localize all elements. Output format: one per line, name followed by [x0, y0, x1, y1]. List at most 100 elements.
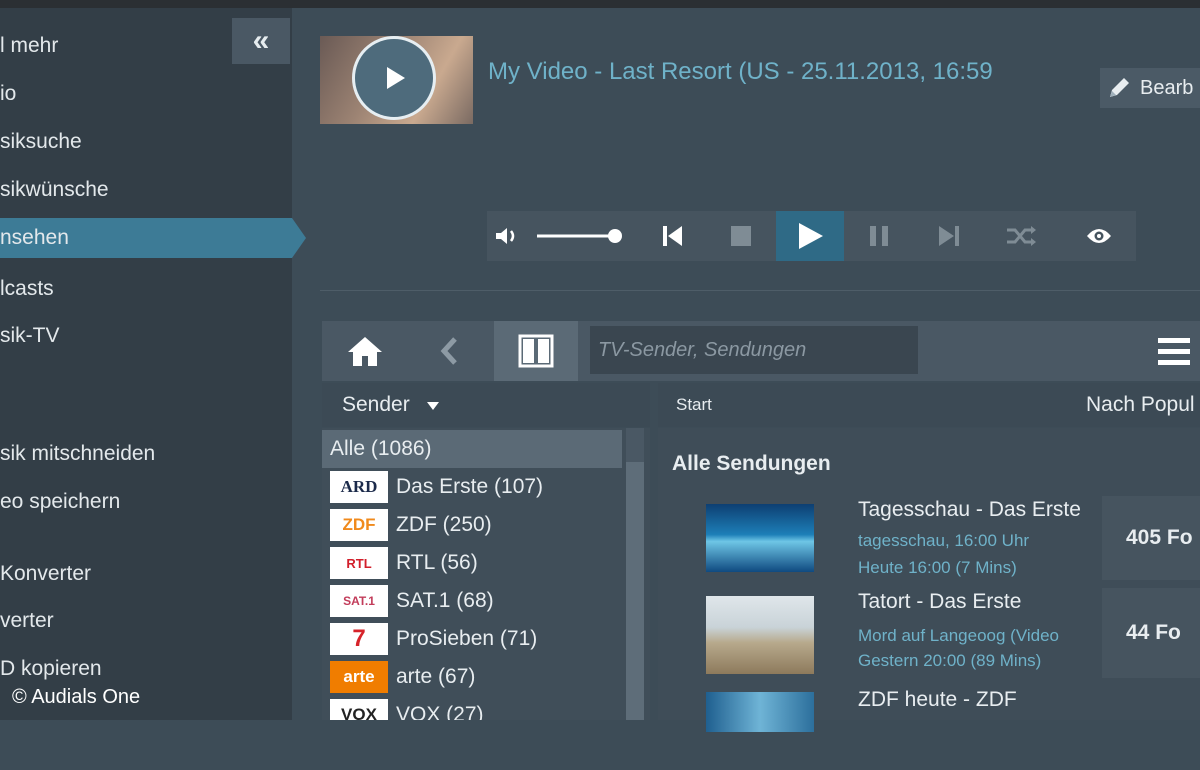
shuffle-icon: [1007, 226, 1036, 246]
channel-row-zdf[interactable]: ZDF ZDF (250): [322, 506, 622, 544]
video-thumbnail[interactable]: [320, 36, 473, 124]
volume-button[interactable]: [487, 211, 527, 261]
home-icon: [348, 337, 382, 366]
shows-list: Alle Sendungen Tagesschau - Das Erste ta…: [658, 428, 1200, 732]
sidebar-item-dvd-kopieren[interactable]: D kopieren: [0, 649, 102, 689]
show-thumbnail: [706, 692, 814, 732]
home-button[interactable]: [330, 321, 400, 381]
list-item[interactable]: Tatort - Das Erste Mord auf Langeoog (Vi…: [698, 588, 1200, 678]
show-thumbnail: [706, 504, 814, 572]
sidebar-item-musiksuche[interactable]: siksuche: [0, 122, 82, 162]
sidebar-item-musikwuensche[interactable]: sikwünsche: [0, 170, 109, 210]
channel-label: RTL (56): [396, 551, 478, 574]
ard-logo: ARD: [330, 471, 388, 503]
vox-logo: VOX: [330, 699, 388, 720]
channel-list: Alle (1086) ARD Das Erste (107) ZDF ZDF …: [322, 428, 650, 720]
play-button[interactable]: [776, 211, 844, 261]
pause-icon: [870, 226, 888, 246]
volume-icon: [496, 228, 515, 244]
start-column-header[interactable]: Start: [676, 395, 712, 415]
zdf-logo: ZDF: [330, 509, 388, 541]
chevron-left-icon: [440, 337, 457, 365]
episode-count: 44 Fo: [1102, 588, 1200, 678]
show-title: Tagesschau - Das Erste: [858, 498, 1081, 521]
channel-label: ZDF (250): [396, 513, 492, 536]
next-icon: [939, 226, 959, 246]
search-input[interactable]: TV-Sender, Sendungen: [590, 326, 918, 374]
show-time: Heute 16:00 (7 Mins): [858, 558, 1017, 577]
split-view-button[interactable]: [494, 321, 578, 381]
player-controls: [487, 211, 1136, 261]
divider: [320, 290, 1200, 291]
show-time: Gestern 20:00 (89 Mins): [858, 651, 1042, 670]
prosieben-logo: 7: [330, 623, 388, 655]
sidebar-item-mehr[interactable]: l mehr: [0, 26, 58, 66]
episode-count: 405 Fo: [1102, 496, 1200, 580]
volume-slider[interactable]: [535, 211, 627, 261]
sidebar-item-musik-tv[interactable]: sik-TV: [0, 316, 60, 356]
channel-row-rtl[interactable]: RTL RTL (56): [322, 544, 622, 582]
show-thumbnail: [706, 596, 814, 674]
chevron-down-icon: [426, 402, 439, 410]
volume-slider-track: [537, 229, 622, 243]
section-title: Alle Sendungen: [672, 452, 831, 475]
window-top-bar: [0, 0, 1200, 8]
play-overlay-button[interactable]: [352, 36, 436, 120]
sidebar-item-converter[interactable]: verter: [0, 601, 54, 641]
eye-icon: [1087, 229, 1111, 243]
sidebar-item-konverter[interactable]: Konverter: [0, 554, 91, 594]
channel-row-sat1[interactable]: SAT.1 SAT.1 (68): [322, 582, 622, 620]
shows-list-header: Start Nach Popul: [658, 383, 1200, 427]
show-subtitle: tagesschau, 16:00 Uhr: [858, 531, 1030, 550]
channel-scrollbar-thumb[interactable]: [626, 462, 644, 720]
list-item[interactable]: ZDF heute - ZDF: [698, 682, 1198, 770]
sender-dropdown-label: Sender: [342, 393, 410, 416]
sidebar-item-radio[interactable]: io: [0, 74, 16, 114]
sort-popularity-header[interactable]: Nach Popul: [1086, 393, 1195, 417]
previous-icon: [663, 226, 682, 246]
edit-button-label: Bearb: [1140, 76, 1194, 99]
show-title: Tatort - Das Erste: [858, 590, 1022, 613]
copyright-watermark: © Audials One: [12, 686, 141, 708]
channel-row-ard[interactable]: ARD Das Erste (107): [322, 468, 622, 506]
pause-button[interactable]: [845, 211, 913, 261]
play-icon: [387, 67, 405, 89]
shuffle-button[interactable]: [985, 211, 1057, 261]
sidebar-item-podcasts[interactable]: lcasts: [0, 269, 54, 309]
previous-button[interactable]: [639, 211, 707, 261]
sender-dropdown[interactable]: Sender: [322, 383, 650, 427]
menu-button[interactable]: [1148, 321, 1200, 381]
pencil-icon: [1110, 78, 1129, 97]
channel-label: arte (67): [396, 665, 476, 688]
channel-row-arte[interactable]: arte arte (67): [322, 658, 622, 696]
channel-label: Alle (1086): [330, 437, 432, 460]
sidebar-item-video-speichern[interactable]: eo speichern: [0, 482, 120, 522]
sidebar: « l mehr io siksuche sikwünsche nsehen l…: [0, 8, 306, 720]
channel-row-vox[interactable]: VOX VOX (27): [322, 696, 622, 720]
next-button[interactable]: [915, 211, 983, 261]
channel-label: SAT.1 (68): [396, 589, 494, 612]
arte-logo: arte: [330, 661, 388, 693]
split-view-icon: [518, 334, 554, 368]
back-button[interactable]: [414, 321, 484, 381]
rtl-logo: RTL: [330, 547, 388, 579]
stop-button[interactable]: [707, 211, 775, 261]
show-title: ZDF heute - ZDF: [858, 688, 1017, 711]
channel-row-prosieben[interactable]: 7 ProSieben (71): [322, 620, 622, 658]
channel-label: Das Erste (107): [396, 475, 544, 498]
now-playing-title: My Video - Last Resort (US - 25.11.2013,…: [488, 58, 993, 85]
list-item[interactable]: Tagesschau - Das Erste tagesschau, 16:00…: [698, 496, 1200, 584]
channel-label: VOX (27): [396, 703, 484, 720]
collapse-sidebar-button[interactable]: «: [232, 18, 290, 64]
sat1-logo: SAT.1: [330, 585, 388, 617]
play-icon: [799, 223, 823, 249]
channel-row-all[interactable]: Alle (1086): [322, 430, 622, 468]
sidebar-item-fernsehen[interactable]: nsehen: [0, 218, 306, 258]
stop-icon: [731, 226, 751, 246]
hamburger-menu-icon: [1158, 338, 1190, 365]
channel-label: ProSieben (71): [396, 627, 538, 650]
show-subtitle: Mord auf Langeoog (Video: [858, 626, 1060, 645]
sidebar-item-musik-mitschneiden[interactable]: sik mitschneiden: [0, 434, 155, 474]
visualization-button[interactable]: [1065, 211, 1133, 261]
edit-button[interactable]: Bearb: [1100, 68, 1200, 108]
